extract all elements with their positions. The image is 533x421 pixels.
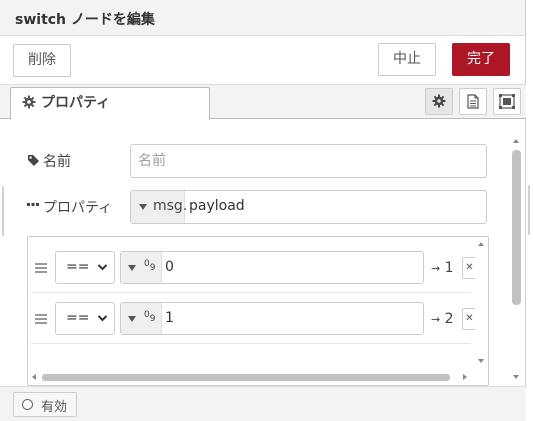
number-type-icon: 09 xyxy=(144,259,156,273)
rule-operator-select[interactable]: == xyxy=(55,251,115,284)
appearance-icon xyxy=(499,94,515,109)
rule-operator-select[interactable]: == xyxy=(55,302,115,335)
tab-properties-label: プロパティ xyxy=(41,95,111,111)
sidebar-resize-handle[interactable] xyxy=(2,186,4,236)
file-text-icon xyxy=(467,94,479,109)
chevron-down-icon xyxy=(97,264,108,271)
name-label: 名前 xyxy=(43,154,71,170)
node-settings-button[interactable] xyxy=(425,88,453,115)
rule-value-input[interactable]: 09 0 xyxy=(120,251,424,284)
property-prefix: msg. xyxy=(153,198,188,214)
caret-down-icon xyxy=(128,265,136,271)
drag-handle-icon[interactable] xyxy=(35,314,47,324)
rule-value[interactable]: 1 xyxy=(165,310,174,326)
enabled-label: 有効 xyxy=(41,400,68,415)
rule-value-input[interactable]: 09 1 xyxy=(120,302,424,335)
property-label: プロパティ xyxy=(43,200,113,216)
arrow-right-icon: → xyxy=(431,262,441,275)
rules-vertical-scrollbar[interactable] xyxy=(475,237,488,370)
rule-output-number: 2 xyxy=(444,311,454,327)
tag-icon xyxy=(28,155,39,166)
delete-button[interactable]: 削除 xyxy=(13,44,71,77)
done-button[interactable]: 完了 xyxy=(452,43,510,76)
rule-value[interactable]: 0 xyxy=(165,259,174,275)
panel-scroll-up-arrow-icon[interactable] xyxy=(513,139,519,143)
rule-output-label: → 2 xyxy=(431,311,454,327)
row-divider xyxy=(31,292,471,293)
tray-title: switch ノードを編集 xyxy=(15,12,155,28)
rule-output-number: 1 xyxy=(444,260,454,276)
tray-footer xyxy=(0,386,526,421)
caret-down-icon xyxy=(128,316,136,322)
scroll-left-arrow-icon[interactable] xyxy=(32,374,36,380)
caret-down-icon xyxy=(139,204,147,210)
panel-scroll-down-arrow-icon[interactable] xyxy=(513,375,519,379)
name-input[interactable] xyxy=(130,144,487,178)
number-type-icon: 09 xyxy=(144,310,156,324)
rule-operator-value: == xyxy=(66,259,90,275)
gear-icon xyxy=(22,95,36,109)
arrow-right-icon: → xyxy=(431,313,441,326)
cancel-button[interactable]: 中止 xyxy=(378,43,436,76)
property-value[interactable]: payload xyxy=(189,198,245,214)
rule-operator-value: == xyxy=(66,310,90,326)
scroll-down-arrow-icon[interactable] xyxy=(478,359,484,363)
node-appearance-button[interactable] xyxy=(493,88,521,115)
ellipsis-icon xyxy=(27,203,39,206)
window-edge xyxy=(525,0,526,421)
node-description-button[interactable] xyxy=(459,88,487,115)
chevron-down-icon xyxy=(97,315,108,322)
gear-icon xyxy=(432,94,446,108)
rules-horizontal-scroll-thumb[interactable] xyxy=(42,374,450,381)
tray-resize-handle[interactable] xyxy=(528,185,530,235)
scroll-up-arrow-icon[interactable] xyxy=(478,242,484,246)
remove-rule-button[interactable]: ✕ xyxy=(462,257,476,279)
rule-output-label: → 1 xyxy=(431,260,454,276)
row-divider xyxy=(31,343,471,344)
remove-rule-button[interactable]: ✕ xyxy=(462,308,476,330)
panel-scroll-thumb[interactable] xyxy=(512,150,521,305)
circle-icon xyxy=(22,399,33,410)
scroll-right-arrow-icon[interactable] xyxy=(463,374,467,380)
drag-handle-icon[interactable] xyxy=(35,263,47,273)
